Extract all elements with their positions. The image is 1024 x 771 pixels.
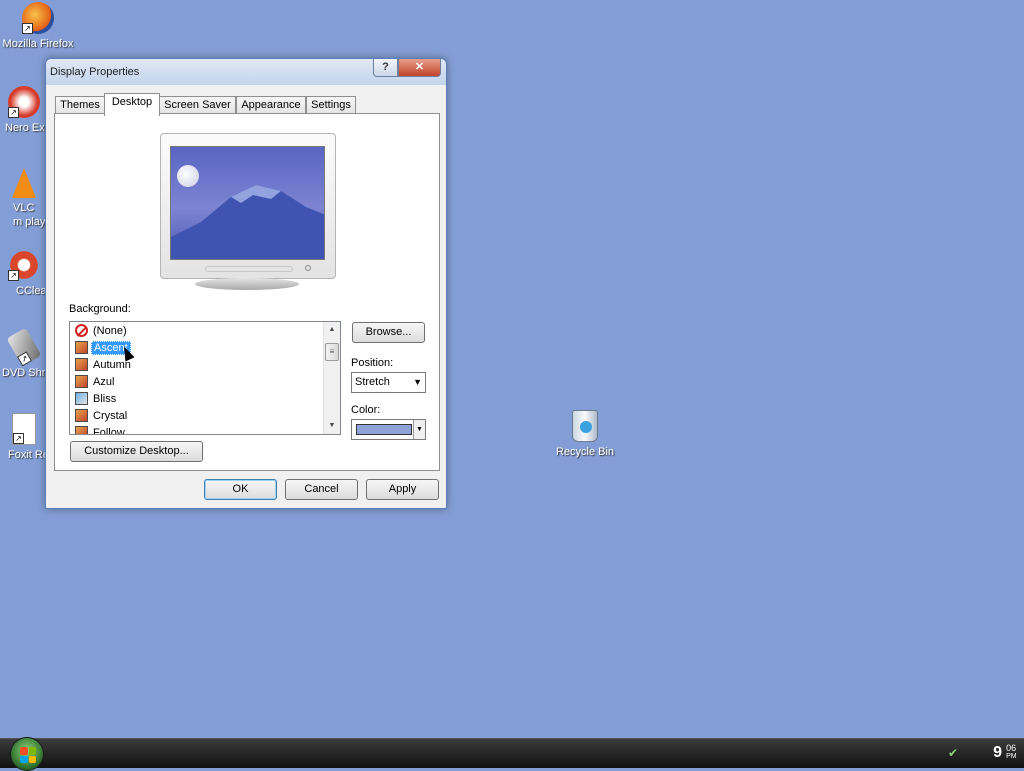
chevron-down-icon: ▼: [413, 377, 422, 387]
desktop-tab-panel: Background: (None) Ascent Autumn Azul Bl…: [54, 113, 440, 471]
desktop-icon-label: Mozilla Firefox: [2, 38, 74, 50]
nero-icon: ↗: [8, 86, 40, 118]
image-icon: [75, 426, 88, 434]
foxit-reader-icon: ↗: [12, 413, 36, 445]
image-icon: [75, 341, 88, 354]
image-icon: [75, 375, 88, 388]
mountain-graphic: [171, 185, 324, 259]
vlc-icon: [12, 168, 36, 198]
ccleaner-icon: ↗: [8, 249, 40, 281]
position-select[interactable]: Stretch ▼: [351, 372, 426, 393]
recycle-bin-icon: [572, 410, 598, 442]
windows-logo-icon: [20, 747, 36, 763]
list-item[interactable]: (None): [75, 323, 129, 340]
customize-desktop-button[interactable]: Customize Desktop...: [70, 441, 203, 462]
list-item[interactable]: Follow: [75, 425, 127, 435]
dvd-shrink-icon: ↗: [6, 327, 42, 367]
position-label: Position:: [351, 357, 394, 369]
monitor-power-light: [305, 265, 311, 271]
firefox-icon: ↗: [22, 2, 54, 34]
list-item-label: Bliss: [93, 393, 117, 405]
list-item-label: Follow: [93, 427, 125, 435]
scroll-thumb[interactable]: ≡: [325, 343, 339, 361]
wallpaper-preview: [170, 146, 325, 260]
title-bar[interactable]: Display Properties ? ✕: [46, 59, 446, 85]
scroll-up-icon[interactable]: ▲: [324, 322, 340, 338]
scroll-down-icon[interactable]: ▼: [324, 418, 340, 434]
desktop-icon-recycle-bin[interactable]: Recycle Bin: [546, 410, 624, 459]
taskbar-clock[interactable]: 9 06 PM: [993, 743, 1017, 762]
help-button[interactable]: ?: [373, 59, 398, 77]
monitor-bezel-slot: [205, 266, 293, 272]
desktop-icon-label: VLC m play: [13, 202, 46, 228]
list-item[interactable]: Crystal: [75, 408, 129, 425]
clock-ampm: PM: [1006, 753, 1017, 760]
network-tray-icon[interactable]: ✔: [948, 746, 962, 760]
list-item-label: (None): [93, 325, 127, 337]
image-icon: [75, 358, 88, 371]
background-label: Background:: [69, 303, 131, 315]
monitor-stand: [195, 278, 299, 290]
start-button[interactable]: [10, 737, 44, 771]
image-icon: [75, 409, 88, 422]
list-item[interactable]: Azul: [75, 374, 116, 391]
monitor-preview: [160, 133, 336, 279]
browse-button[interactable]: Browse...: [352, 322, 425, 343]
display-properties-dialog: Display Properties ? ✕ Themes Desktop Sc…: [45, 58, 447, 509]
none-icon: [75, 324, 88, 337]
recycle-symbol: [580, 421, 592, 433]
color-label: Color:: [351, 404, 381, 416]
background-list[interactable]: (None) Ascent Autumn Azul Bliss Crystal …: [69, 321, 341, 435]
desktop-icon-label: Recycle Bin: [555, 446, 615, 458]
tab-desktop[interactable]: Desktop: [104, 93, 160, 116]
clock-hour: 9: [993, 744, 1002, 761]
chevron-down-icon: ▼: [413, 420, 425, 439]
list-item-label: Crystal: [93, 410, 128, 422]
cancel-button[interactable]: Cancel: [285, 479, 358, 500]
color-picker[interactable]: ▼: [351, 419, 426, 440]
color-swatch: [356, 424, 412, 435]
image-icon: [75, 392, 88, 405]
list-scrollbar[interactable]: ▲ ≡ ▼: [323, 322, 340, 434]
window-title: Display Properties: [50, 66, 140, 78]
taskbar: [0, 738, 1024, 768]
ok-button[interactable]: OK: [204, 479, 277, 500]
apply-button[interactable]: Apply: [366, 479, 439, 500]
position-value: Stretch: [355, 376, 390, 388]
list-item-label: Azul: [93, 376, 115, 388]
clock-minutes: 06: [1006, 743, 1017, 753]
close-button[interactable]: ✕: [398, 59, 441, 77]
desktop-icon-firefox[interactable]: ↗ Mozilla Firefox: [0, 2, 76, 51]
list-item[interactable]: Bliss: [75, 391, 118, 408]
